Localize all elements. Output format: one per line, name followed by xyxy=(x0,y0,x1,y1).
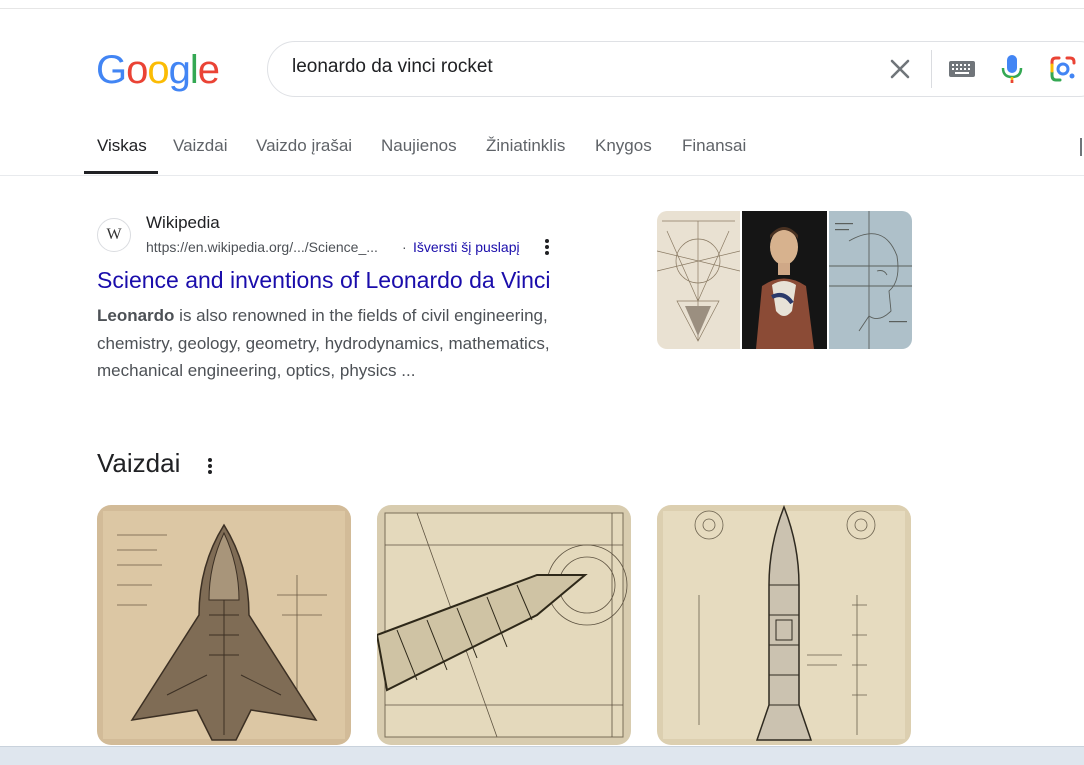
image-result-shuttle-sketch[interactable] xyxy=(97,505,351,745)
tab-books[interactable]: Knygos xyxy=(595,136,652,156)
logo-letter: G xyxy=(96,48,127,92)
snippet-bold-term: Leonardo xyxy=(97,306,175,325)
tab-news[interactable]: Naujienos xyxy=(381,136,457,156)
google-logo[interactable]: Google xyxy=(96,46,220,94)
logo-letter: o xyxy=(126,48,148,92)
microphone-icon[interactable] xyxy=(1000,54,1024,84)
more-vert-icon[interactable] xyxy=(204,456,216,476)
wikipedia-favicon[interactable]: W xyxy=(97,218,131,252)
google-lens-icon[interactable] xyxy=(1048,55,1078,83)
result-snippet: Leonardo is also renowned in the fields … xyxy=(97,302,597,385)
tab-all[interactable]: Viskas xyxy=(97,136,147,156)
thumbnail-head-study[interactable] xyxy=(829,211,912,349)
active-tab-indicator xyxy=(84,171,158,174)
result-title-link[interactable]: Science and inventions of Leonardo da Vi… xyxy=(97,267,551,294)
images-section-title: Vaizdai xyxy=(97,448,181,478)
tab-web[interactable]: Žiniatinklis xyxy=(486,136,565,156)
tab-videos[interactable]: Vaizdo įrašai xyxy=(256,136,352,156)
search-divider xyxy=(931,50,932,88)
result-thumbnails[interactable] xyxy=(657,211,912,349)
logo-letter: l xyxy=(189,48,199,92)
image-result-rocket-diagram[interactable] xyxy=(377,505,631,745)
logo-letter: e xyxy=(197,48,220,92)
search-input[interactable]: leonardo da vinci rocket xyxy=(292,56,493,78)
thumbnail-portrait-painting[interactable] xyxy=(742,211,827,349)
tab-finance[interactable]: Finansai xyxy=(682,136,746,156)
close-icon[interactable] xyxy=(886,55,914,83)
logo-letter: o xyxy=(147,48,169,92)
browser-top-edge xyxy=(0,0,1084,9)
tab-images[interactable]: Vaizdai xyxy=(173,136,228,156)
tools-button-edge[interactable] xyxy=(1080,138,1082,156)
result-url[interactable]: https://en.wikipedia.org/.../Science_... xyxy=(146,239,378,255)
thumbnail-geometric-sketch[interactable] xyxy=(657,211,741,349)
logo-letter: g xyxy=(168,48,191,92)
translate-page-link[interactable]: Išversti šį puslapį xyxy=(413,239,520,255)
keyboard-icon[interactable] xyxy=(948,60,976,78)
url-separator: · xyxy=(402,239,407,255)
result-site-name[interactable]: Wikipedia xyxy=(146,213,220,233)
more-vert-icon[interactable] xyxy=(541,237,553,257)
image-result-rocket-blueprint[interactable] xyxy=(657,505,911,745)
os-taskbar xyxy=(0,746,1084,765)
search-tabs: Viskas Vaizdai Vaizdo įrašai Naujienos Ž… xyxy=(0,120,1084,176)
